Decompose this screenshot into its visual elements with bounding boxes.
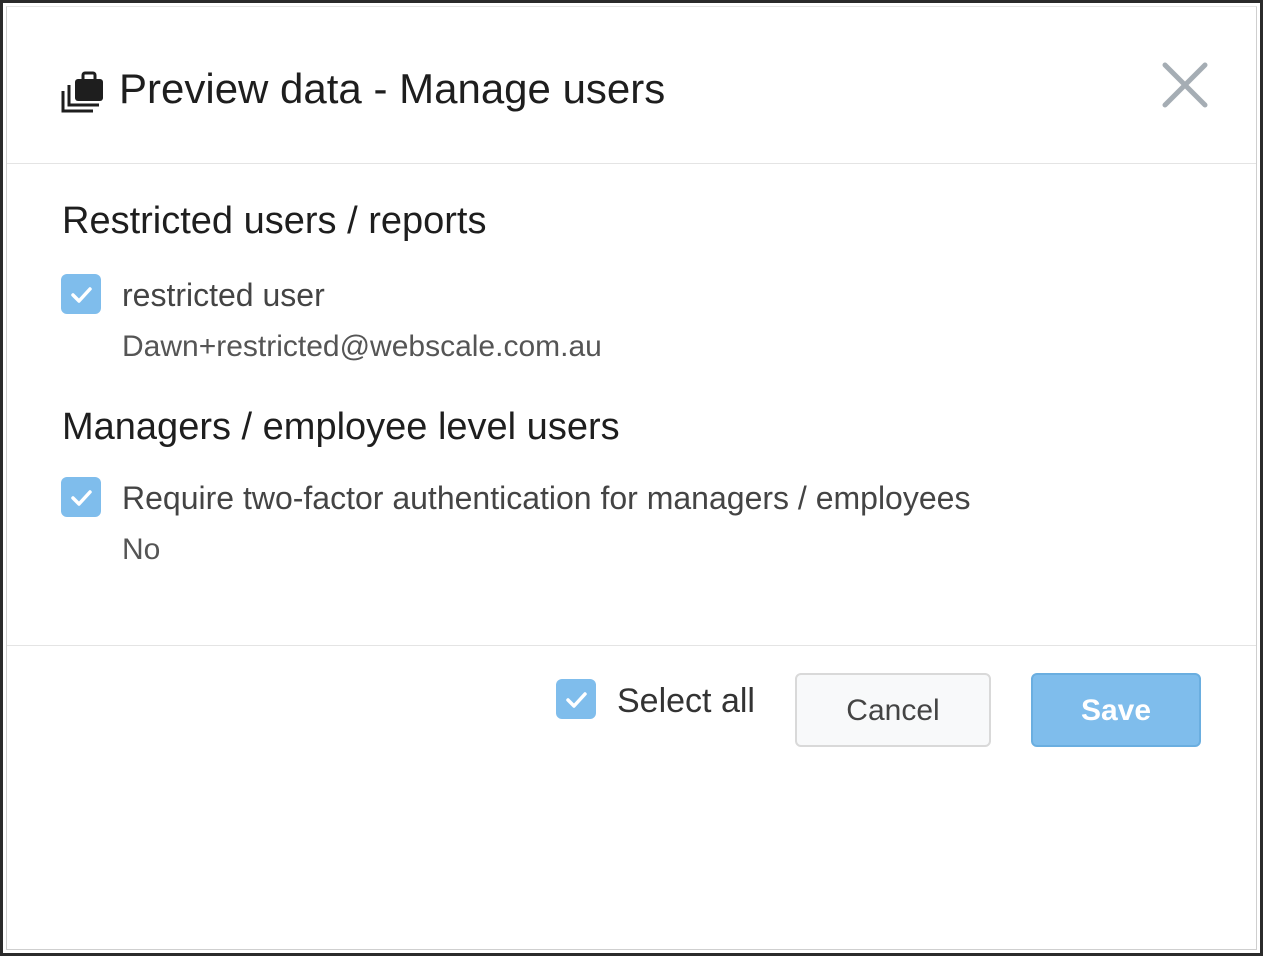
check-icon <box>71 490 92 506</box>
dialog-header: Preview data - Manage users <box>7 7 1256 164</box>
dialog: Preview data - Manage users Restricted u… <box>6 6 1257 950</box>
section-title-managers: Managers / employee level users <box>62 406 620 448</box>
restricted-user-email: Dawn+restricted@webscale.com.au <box>122 330 602 363</box>
check-icon <box>71 287 92 303</box>
cancel-button[interactable]: Cancel <box>795 673 991 747</box>
briefcase-stack-icon <box>59 69 107 117</box>
close-icon[interactable] <box>1157 57 1213 113</box>
dialog-title: Preview data - Manage users <box>119 65 666 112</box>
footer-divider <box>7 645 1256 646</box>
section-title-restricted-users: Restricted users / reports <box>62 200 487 242</box>
restricted-user-label: restricted user <box>122 277 325 313</box>
two-factor-value: No <box>122 533 161 566</box>
select-all-label[interactable]: Select all <box>617 679 755 723</box>
check-icon <box>566 692 587 708</box>
save-button[interactable]: Save <box>1031 673 1201 747</box>
two-factor-checkbox[interactable] <box>61 477 101 517</box>
select-all-checkbox[interactable] <box>556 679 596 719</box>
two-factor-label: Require two-factor authentication for ma… <box>122 480 971 516</box>
dialog-frame: Preview data - Manage users Restricted u… <box>0 0 1263 956</box>
restricted-user-checkbox[interactable] <box>61 274 101 314</box>
